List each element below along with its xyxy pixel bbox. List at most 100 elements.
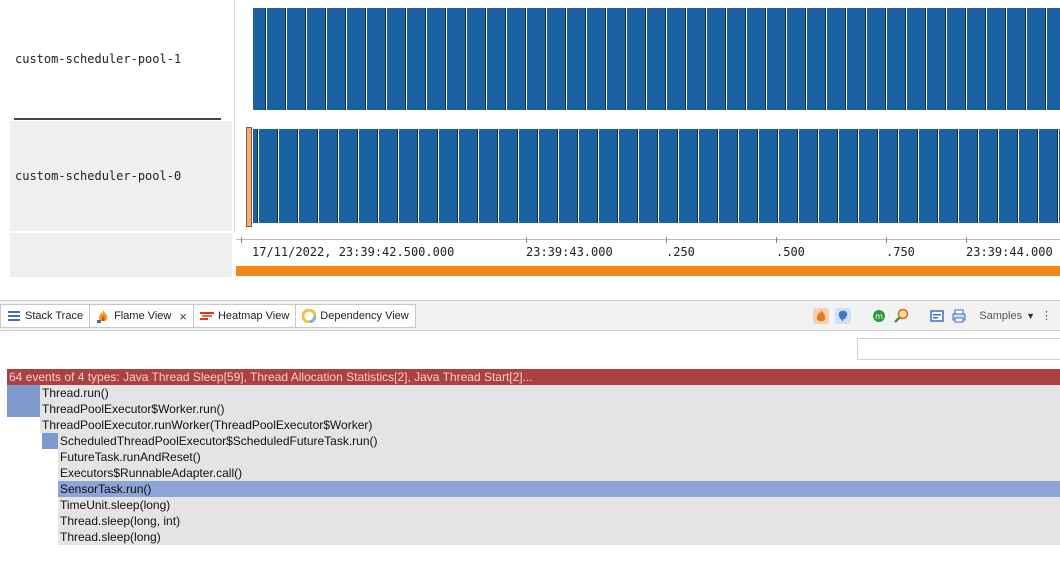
sample-gap xyxy=(1046,8,1047,110)
tab-flame-view[interactable]: Flame View × xyxy=(90,305,194,327)
heatmap-icon xyxy=(199,309,214,323)
sample-gap xyxy=(926,8,927,110)
sample-gap xyxy=(698,129,699,223)
thread-label-pool-0[interactable]: custom-scheduler-pool-0 xyxy=(10,121,232,231)
sample-gap xyxy=(386,8,387,110)
flame-frame[interactable]: ScheduledThreadPoolExecutor$ScheduledFut… xyxy=(58,433,1060,449)
axis-label: 23:39:44.000 xyxy=(966,245,1053,259)
sample-gap xyxy=(546,8,547,110)
sample-gap xyxy=(978,129,979,223)
sample-gap xyxy=(526,8,527,110)
close-icon[interactable]: × xyxy=(179,309,187,324)
flame-frame[interactable]: TimeUnit.sleep(long) xyxy=(58,497,1060,513)
flame-frame[interactable]: ThreadPoolExecutor.runWorker(ThreadPoolE… xyxy=(40,417,1060,433)
flame-frame-selected[interactable]: SensorTask.run() xyxy=(58,481,1060,497)
sample-gap xyxy=(638,129,639,223)
axis-tick xyxy=(241,237,242,243)
axis-tick xyxy=(776,237,777,243)
icicle-icon[interactable] xyxy=(835,308,852,324)
sample-gap xyxy=(426,8,427,110)
sample-gap xyxy=(518,129,519,223)
tab-dependency-view[interactable]: Dependency View xyxy=(296,305,414,327)
tab-heatmap-view[interactable]: Heatmap View xyxy=(194,305,297,327)
sample-gap xyxy=(1006,8,1007,110)
tab-label: Heatmap View xyxy=(217,310,290,322)
samples-label: Samples xyxy=(979,310,1023,322)
print-icon[interactable] xyxy=(951,308,967,324)
sample-gap xyxy=(366,8,367,110)
sample-gap xyxy=(718,129,719,223)
flame-toolbar: m Samples ▼ ⋮ xyxy=(813,305,1060,327)
axis-tick xyxy=(966,237,967,243)
sample-gap xyxy=(1026,8,1027,110)
thread-lane-pool-1[interactable] xyxy=(236,0,1060,118)
sample-gap xyxy=(878,129,879,223)
thread-activity-bar[interactable] xyxy=(253,8,1060,110)
tab-stack-trace[interactable]: Stack Trace xyxy=(1,305,91,327)
sample-gap xyxy=(538,129,539,223)
sample-gap xyxy=(506,8,507,110)
sample-gap xyxy=(726,8,727,110)
sample-gap xyxy=(618,129,619,223)
sample-gap xyxy=(346,8,347,110)
sample-gap xyxy=(958,129,959,223)
flame-frame[interactable]: Executors$RunnableAdapter.call() xyxy=(58,465,1060,481)
sample-gap xyxy=(666,8,667,110)
flame-frame[interactable]: Thread.sleep(long, int) xyxy=(58,513,1060,529)
sample-gap xyxy=(678,129,679,223)
sample-gap xyxy=(318,129,319,223)
lane-separator xyxy=(14,118,221,120)
dependency-icon xyxy=(302,309,317,323)
sample-gap xyxy=(338,129,339,223)
tab-label: Stack Trace xyxy=(25,310,84,322)
sample-gap xyxy=(486,8,487,110)
sample-gap xyxy=(278,129,279,223)
axis-label: 23:39:43.000 xyxy=(526,245,613,259)
thread-start-marker[interactable] xyxy=(246,127,252,227)
flame-color-icon[interactable] xyxy=(813,308,830,324)
flame-icon xyxy=(96,309,110,323)
sample-gap xyxy=(798,129,799,223)
sample-gap xyxy=(566,8,567,110)
flame-frame[interactable] xyxy=(42,433,58,449)
samples-dropdown[interactable]: Samples ▼ xyxy=(979,310,1035,322)
sample-gap xyxy=(298,129,299,223)
sample-gap xyxy=(1018,129,1019,223)
more-options-icon[interactable]: ⋮ xyxy=(1041,311,1052,322)
thread-label-pool-1[interactable]: custom-scheduler-pool-1 xyxy=(10,0,232,118)
sample-gap xyxy=(918,129,919,223)
sample-gap xyxy=(446,8,447,110)
flame-frame[interactable] xyxy=(7,385,40,401)
lane-divider xyxy=(234,0,235,232)
sample-gap xyxy=(886,8,887,110)
flame-frame[interactable]: Thread.sleep(long) xyxy=(58,529,1060,545)
green-circle-icon[interactable]: m xyxy=(871,308,887,324)
sample-gap xyxy=(498,129,499,223)
flame-root-frame[interactable]: 64 events of 4 types: Java Thread Sleep[… xyxy=(7,369,1060,385)
sample-gap xyxy=(986,8,987,110)
flame-frame[interactable] xyxy=(7,401,40,417)
sample-gap xyxy=(966,8,967,110)
thread-lane-pool-0[interactable] xyxy=(236,121,1060,231)
sample-gap xyxy=(418,129,419,223)
sample-gap xyxy=(818,129,819,223)
flame-frame[interactable]: ThreadPoolExecutor$Worker.run() xyxy=(40,401,1060,417)
search-zoom-icon[interactable] xyxy=(893,308,909,324)
export-icon[interactable] xyxy=(929,308,945,324)
sample-gap xyxy=(826,8,827,110)
selection-range-bar[interactable] xyxy=(236,266,1060,276)
axis-label: .250 xyxy=(666,245,695,259)
sample-gap xyxy=(906,8,907,110)
sample-gap xyxy=(578,129,579,223)
view-tab-bar: Stack Trace Flame View × Heatmap View De… xyxy=(0,300,1060,331)
sample-gap xyxy=(266,8,267,110)
sample-gap xyxy=(558,129,559,223)
flame-frame[interactable]: FutureTask.runAndReset() xyxy=(58,449,1060,465)
sample-gap xyxy=(758,129,759,223)
sample-gap xyxy=(326,8,327,110)
sample-gap xyxy=(738,129,739,223)
axis-label: 17/11/2022, 23:39:42.500.000 xyxy=(252,245,455,259)
flame-search-input[interactable] xyxy=(857,338,1060,360)
sample-gap xyxy=(786,8,787,110)
flame-frame[interactable]: Thread.run() xyxy=(40,385,1060,401)
